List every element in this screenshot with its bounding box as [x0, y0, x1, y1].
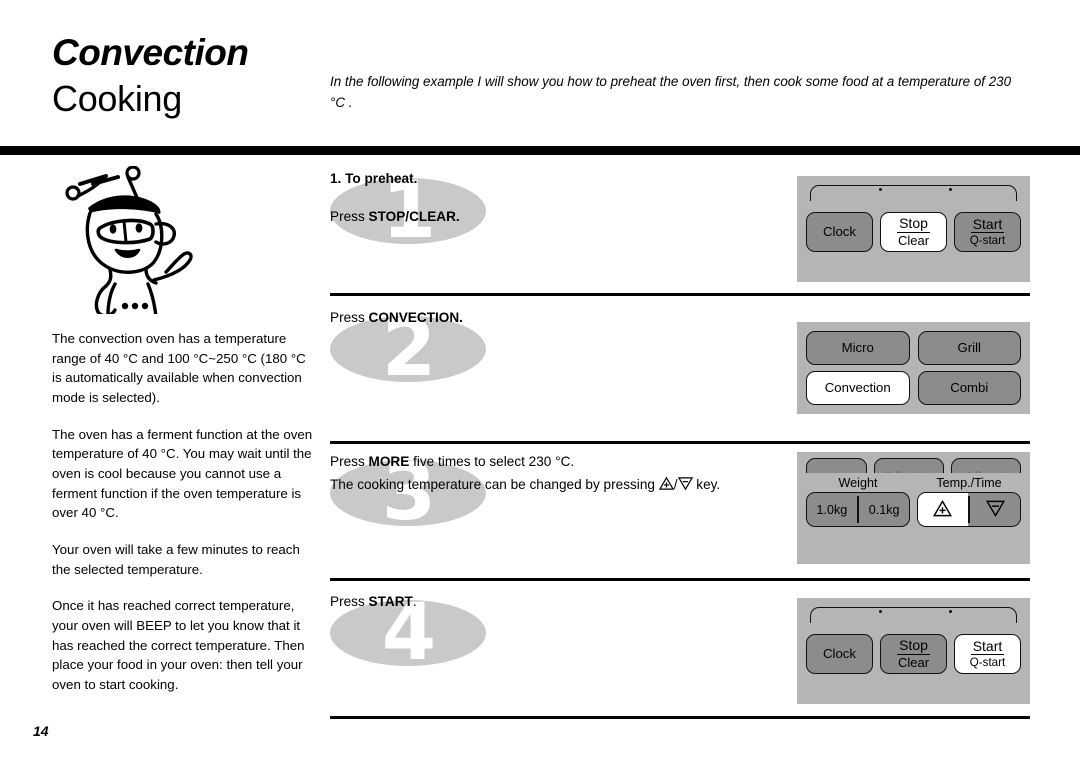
step-3-row: 3 Press MORE five times to select 230 °C…: [330, 452, 1030, 564]
triangle-up-plus-icon: [658, 476, 674, 496]
page-number: 14: [33, 723, 49, 739]
mode-row-bottom: Convection Combi: [806, 371, 1021, 405]
step-3-instruction-prefix: Press: [330, 454, 369, 469]
start-qstart-button[interactable]: Start Q-start: [954, 212, 1021, 252]
display-dot: [879, 188, 882, 191]
step-1-text: 1. To preheat. Press STOP/CLEAR.: [330, 170, 770, 230]
step-1-instruction-prefix: Press: [330, 208, 369, 224]
convection-button[interactable]: Convection: [806, 371, 910, 405]
step-2-instruction-key: CONVECTION.: [368, 310, 463, 325]
triangle-down-minus-icon: [677, 476, 693, 496]
panel-4-button-row: Clock Stop Clear Start Q-start: [806, 634, 1021, 674]
poultry-button-partial[interactable]: 2.Poultry: [873, 458, 944, 473]
display-dot: [949, 188, 952, 191]
header-divider-rule: [0, 146, 1080, 155]
start-label: Start: [970, 215, 1005, 234]
step-1-heading: 1. To preheat.: [330, 171, 418, 186]
triangle-up-plus-icon: [933, 499, 953, 521]
clear-label: Clear: [897, 654, 930, 670]
control-panel-2: Micro Grill Convection Combi: [797, 322, 1030, 414]
step-4-text: Press START.: [330, 592, 770, 615]
start-label: Start: [970, 637, 1005, 656]
temp-time-label: Temp./Time: [936, 476, 1002, 490]
display-dot: [879, 610, 882, 613]
step-3-text: Press MORE five times to select 230 °C. …: [330, 452, 800, 501]
control-panel-4: Clock Stop Clear Start Q-start: [797, 598, 1030, 704]
temp-up-half[interactable]: [918, 493, 968, 526]
clock-button[interactable]: Clock: [806, 212, 873, 252]
left-paragraph: Once it has reached correct temperature,…: [52, 598, 305, 693]
mode-button-grid: Micro Grill Convection Combi: [806, 331, 1021, 405]
micro-button[interactable]: Micro: [806, 331, 910, 365]
left-paragraph: The convection oven has a temperature ra…: [52, 331, 306, 406]
weight-stepper-button[interactable]: 1.0kg 0.1kg: [806, 492, 910, 527]
step-divider-3: [330, 578, 1030, 581]
step-2-row: 2 Press CONVECTION. Micro Grill Convecti…: [330, 308, 1030, 418]
start-qstart-button[interactable]: Start Q-start: [954, 634, 1021, 674]
clock-button[interactable]: Clock: [806, 634, 873, 674]
panel-3-label-row: Weight Temp./Time: [806, 476, 1021, 490]
mode-row-top: Micro Grill: [806, 331, 1021, 365]
step-2-text: Press CONVECTION.: [330, 308, 770, 331]
step-4-instruction-suffix: .: [412, 594, 417, 609]
step-3-note-prefix: The cooking temperature can be changed b…: [330, 477, 659, 493]
auto-cook-button-partial[interactable]: [806, 458, 867, 473]
step-2-instruction-prefix: Press: [330, 310, 369, 325]
step-1-instruction: Press STOP/CLEAR.: [330, 207, 770, 226]
display-strip: [810, 185, 1017, 201]
control-panel-1: Clock Stop Clear Start Q-start: [797, 176, 1030, 282]
stop-label: Stop: [897, 636, 930, 655]
step-4-instruction: Press START.: [330, 592, 770, 611]
left-paragraph: The oven has a ferment function at the o…: [52, 426, 313, 521]
weight-1kg-half[interactable]: 1.0kg: [807, 493, 857, 526]
weight-label: Weight: [838, 476, 878, 490]
panel-3-button-row: 1.0kg 0.1kg: [806, 492, 1021, 527]
step-3-instruction-suffix: five times to select 230 °C.: [409, 454, 575, 469]
page-header: Convection Cooking In the following exam…: [0, 0, 1080, 155]
step-3-note: The cooking temperature can be changed b…: [330, 475, 800, 496]
grill-button[interactable]: Grill: [917, 331, 1021, 365]
control-panel-3: 2.Poultry 4.Bread Weight Temp./Time 1.0k…: [797, 452, 1030, 564]
left-column: The convection oven has a temperature ra…: [52, 165, 314, 712]
step-4-instruction-prefix: Press: [330, 594, 369, 609]
clear-label: Clear: [897, 232, 930, 248]
footer-divider-rule: [330, 716, 1030, 719]
display-strip: [810, 607, 1017, 623]
step-1-instruction-key: STOP/CLEAR.: [368, 208, 460, 224]
stop-clear-button[interactable]: Stop Clear: [880, 634, 947, 674]
title-block: Convection Cooking: [52, 34, 312, 118]
temp-down-half[interactable]: [970, 493, 1020, 526]
qstart-label: Q-start: [969, 656, 1006, 670]
step-2-instruction: Press CONVECTION.: [330, 308, 770, 327]
weight-0-1kg-half[interactable]: 0.1kg: [859, 493, 909, 526]
left-paragraph: Your oven will take a few minutes to rea…: [52, 542, 300, 577]
step-divider-1: [330, 293, 1030, 296]
combi-button[interactable]: Combi: [917, 371, 1021, 405]
step-4-row: 4 Press START. Clock Stop Clear Start Q-…: [330, 592, 1030, 704]
panel-1-button-row: Clock Stop Clear Start Q-start: [806, 212, 1021, 252]
bread-button-partial[interactable]: 4.Bread: [950, 458, 1021, 473]
step-1-row: 1 1. To preheat. Press STOP/CLEAR. Clock…: [330, 170, 1030, 282]
triangle-down-minus-icon: [985, 499, 1005, 521]
page-title: Convection: [52, 32, 249, 73]
step-divider-2: [330, 441, 1030, 444]
step-3-instruction-key: MORE: [368, 454, 410, 469]
stop-label: Stop: [897, 214, 930, 233]
display-dot: [949, 610, 952, 613]
qstart-label: Q-start: [969, 234, 1006, 248]
page-subtitle: Cooking: [52, 78, 182, 119]
mascot-character-icon: [65, 165, 193, 397]
step-3-note-suffix: key.: [692, 477, 721, 493]
step-3-instruction: Press MORE five times to select 230 °C.: [330, 452, 800, 471]
step-4-instruction-key: START: [368, 594, 413, 609]
auto-cook-cut-row: 2.Poultry 4.Bread: [806, 458, 1021, 473]
intro-paragraph: In the following example I will show you…: [330, 74, 1012, 110]
temp-time-stepper-button[interactable]: [917, 492, 1021, 527]
stop-clear-button[interactable]: Stop Clear: [880, 212, 947, 252]
left-body-text: The convection oven has a temperature ra…: [52, 329, 314, 695]
